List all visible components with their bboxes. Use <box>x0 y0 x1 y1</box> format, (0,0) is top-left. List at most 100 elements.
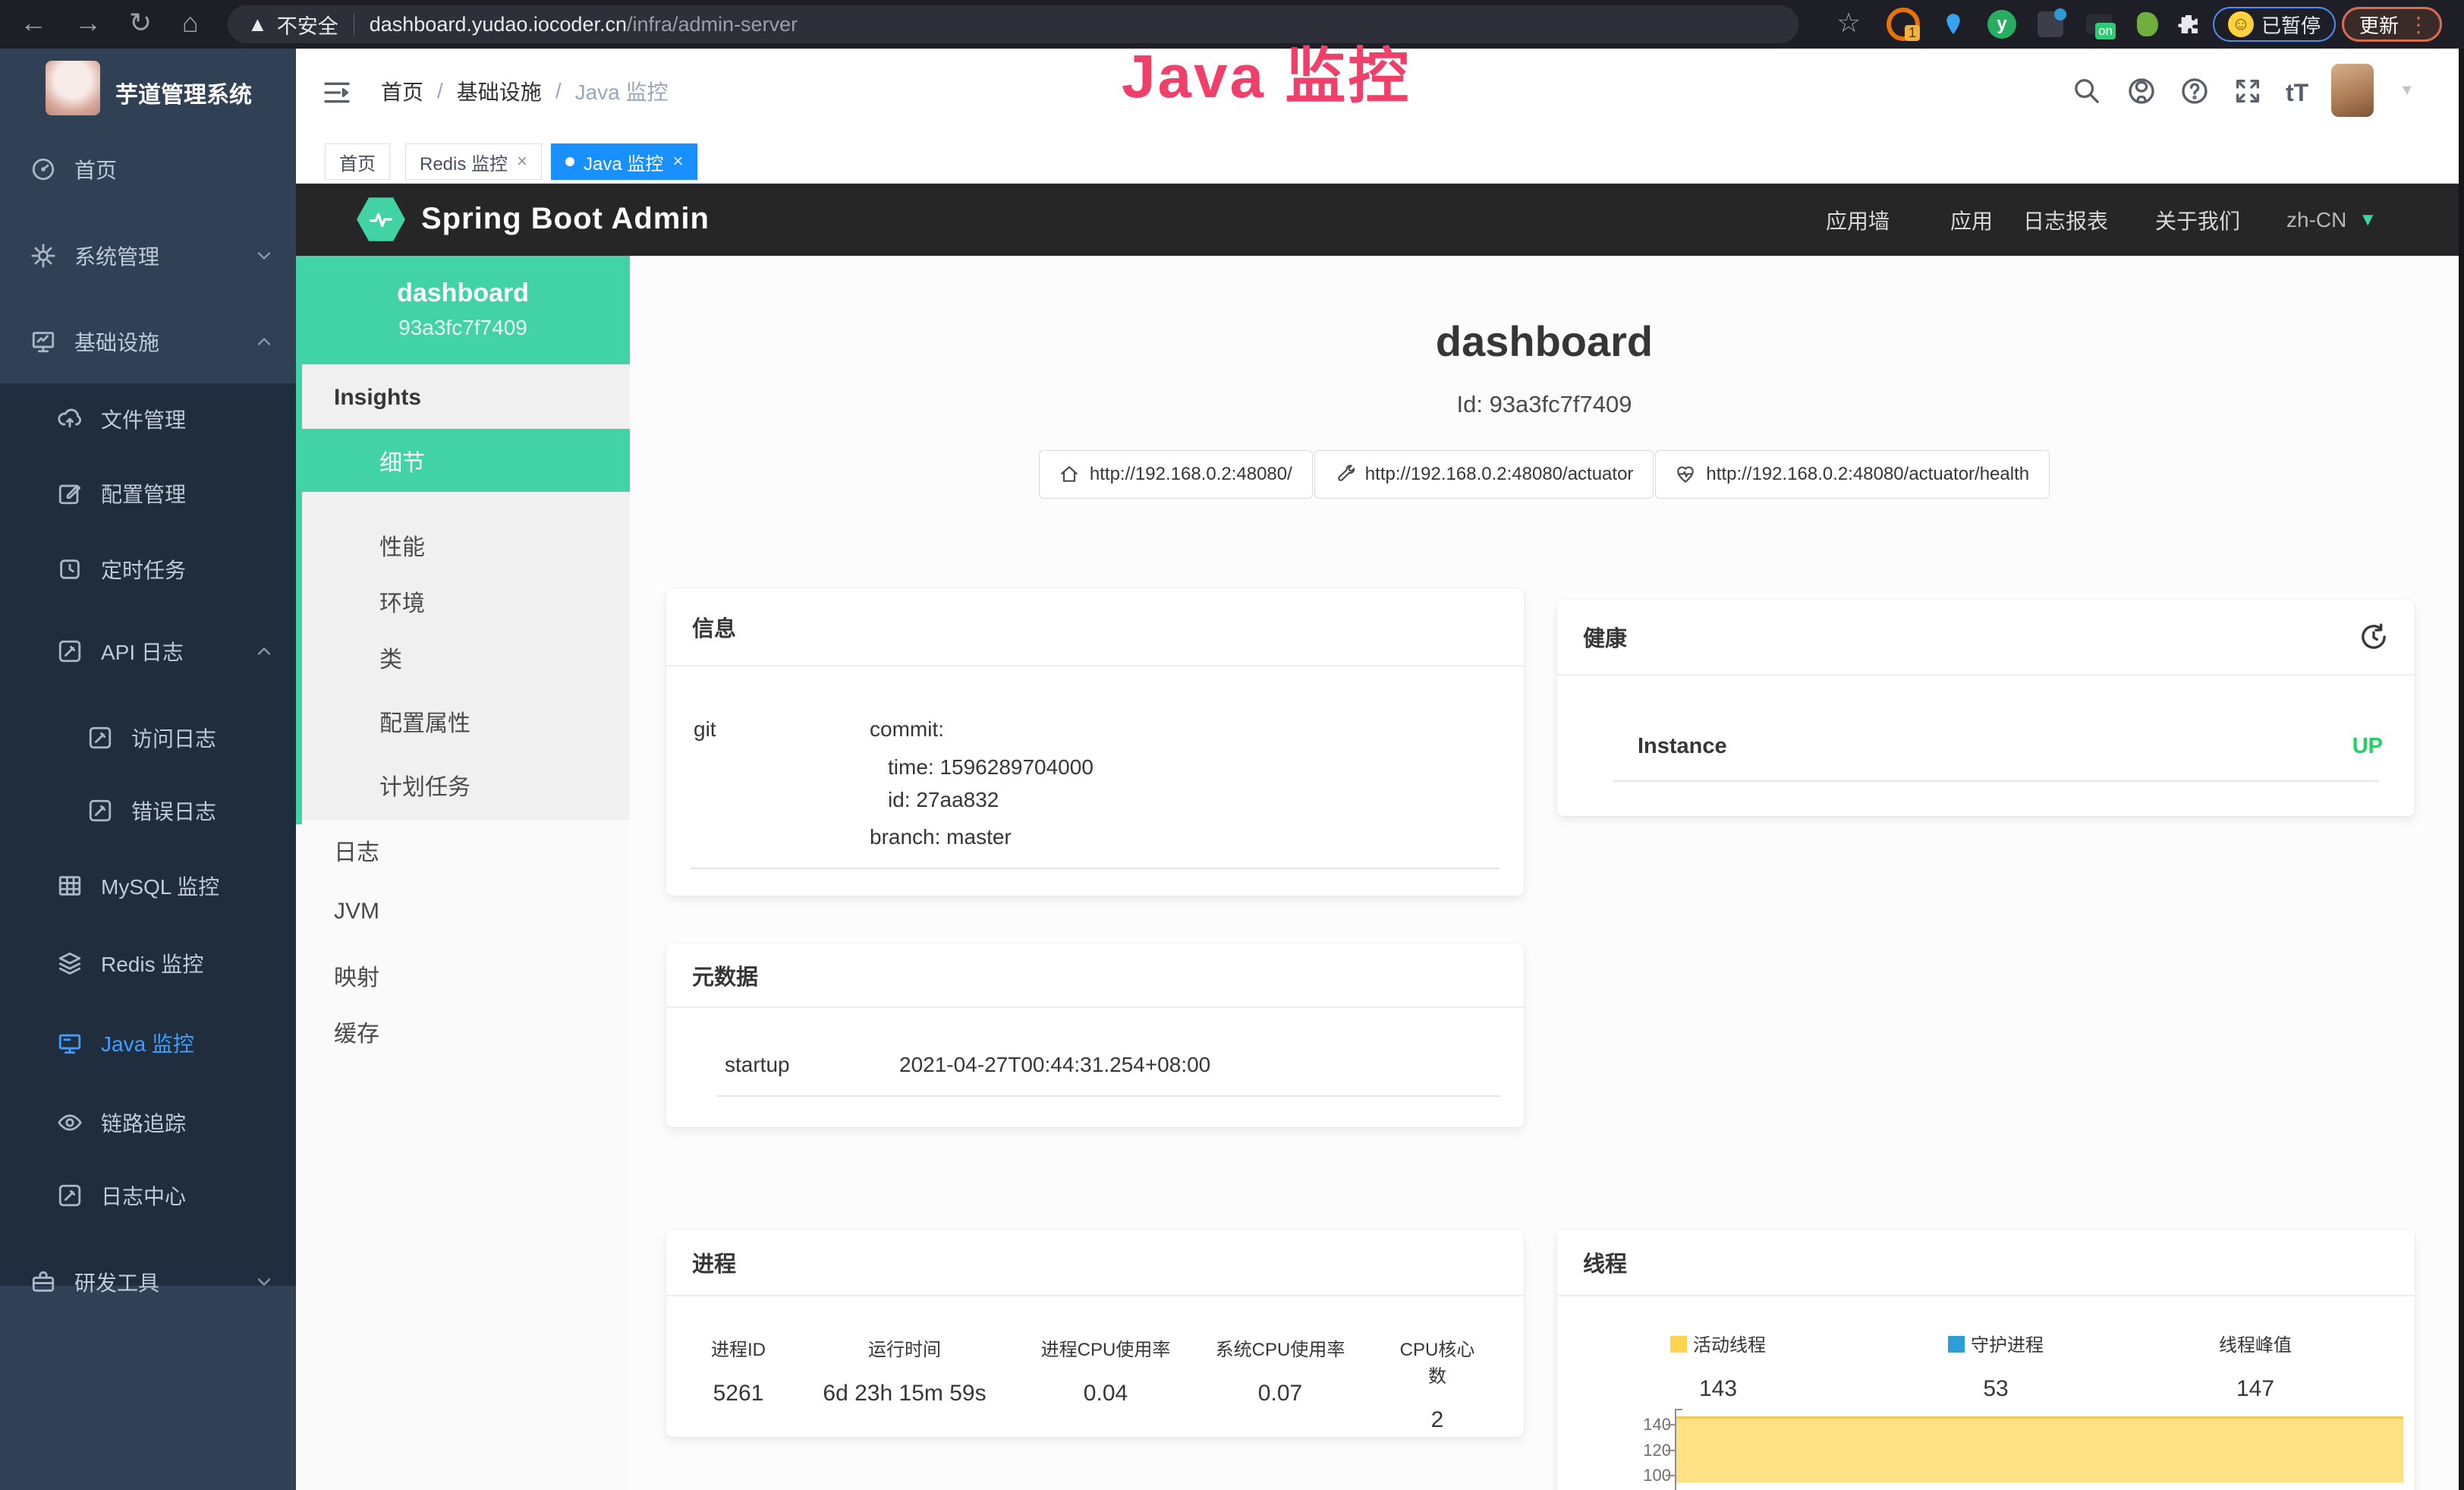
github-icon[interactable] <box>2126 76 2157 106</box>
user-avatar[interactable] <box>2331 64 2374 117</box>
sidebar-item-mysql-monitor[interactable]: MySQL 监控 <box>0 859 296 912</box>
sidebar-item-api-logs[interactable]: API 日志 <box>0 625 296 678</box>
sba-instance-header[interactable]: dashboard 93a3fc7f7409 <box>296 256 630 364</box>
sba-locale-select[interactable]: zh-CN ▼ <box>2286 184 2377 256</box>
card-title: 信息 <box>666 588 1524 666</box>
font-size-icon[interactable]: tT <box>2286 79 2308 107</box>
metadata-card: 元数据 startup 2021-04-27T00:44:31.254+08:0… <box>666 943 1524 1127</box>
close-icon[interactable]: × <box>672 151 683 172</box>
extension-leaf-icon[interactable] <box>2131 8 2164 41</box>
sidebar-item-file-management[interactable]: 文件管理 <box>0 392 296 446</box>
sba-logo-icon[interactable] <box>357 195 405 244</box>
sba-menu-metrics[interactable]: 性能 <box>296 517 630 573</box>
sidebar-item-dev-tools[interactable]: 研发工具 <box>0 1255 296 1309</box>
browser-forward-icon[interactable]: → <box>74 6 102 39</box>
sidebar-item-label: 研发工具 <box>74 1267 159 1297</box>
breadcrumb-home[interactable]: 首页 <box>381 76 423 106</box>
warning-icon: ▲ <box>247 13 268 36</box>
address-bar[interactable]: ▲ 不安全 dashboard.yudao.iocoder.cn/infra/a… <box>228 5 1798 43</box>
menu-label: JVM <box>334 899 379 925</box>
live-threads-stat: 活动线程 143 <box>1670 1330 1766 1402</box>
daemon-threads-stat: 守护进程 53 <box>1948 1330 2044 1402</box>
sba-nav-applications[interactable]: 应用 <box>1950 184 1993 256</box>
caret-down-icon[interactable]: ▼ <box>2399 82 2415 99</box>
wrench-icon <box>1335 465 1355 484</box>
sidebar-item-tracing[interactable]: 链路追踪 <box>0 1096 296 1149</box>
sidebar-item-label: 系统管理 <box>74 241 159 271</box>
browser-menu-icon[interactable]: ⋮ <box>2408 12 2429 37</box>
history-icon <box>57 556 83 582</box>
breadcrumb-separator: / <box>555 79 562 103</box>
help-icon[interactable] <box>2179 76 2210 106</box>
sba-menu-caches[interactable]: 缓存 <box>296 1003 630 1060</box>
menu-label: 配置属性 <box>379 704 470 738</box>
menu-label: 映射 <box>334 959 379 992</box>
bookmark-star-icon[interactable]: ☆ <box>1836 6 1861 39</box>
breadcrumb-infrastructure[interactable]: 基础设施 <box>457 76 542 106</box>
sidebar-item-access-logs[interactable]: 访问日志 <box>0 711 296 764</box>
sidebar-item-config-management[interactable]: 配置管理 <box>0 467 296 520</box>
sba-menu-logs[interactable]: 日志 <box>296 822 630 878</box>
y-tick: 140 <box>1588 1415 1671 1435</box>
menu-label: 缓存 <box>334 1015 379 1048</box>
browser-reload-icon[interactable]: ↻ <box>129 6 152 39</box>
sba-menu-config-props[interactable]: 配置属性 <box>296 693 630 749</box>
sba-menu-environment[interactable]: 环境 <box>296 573 630 629</box>
y-tick: 100 <box>1588 1466 1671 1485</box>
sba-menu-jvm[interactable]: JVM <box>296 884 630 940</box>
info-branch: branch: master <box>870 825 1012 849</box>
url-path: /infra/admin-server <box>627 13 798 36</box>
sidebar-item-system[interactable]: 系统管理 <box>0 229 296 282</box>
chevron-up-icon <box>253 641 275 662</box>
fullscreen-icon[interactable] <box>2233 76 2263 106</box>
browser-back-icon[interactable]: ← <box>20 6 47 39</box>
monitor-chart-icon <box>30 329 56 354</box>
extension-grid-icon[interactable] <box>2034 8 2067 41</box>
history-icon[interactable] <box>2359 622 2389 652</box>
health-url-button[interactable]: http://192.168.0.2:48080/actuator/health <box>1655 450 2050 499</box>
security-label[interactable]: 不安全 <box>277 10 338 39</box>
sba-menu-scheduled-tasks[interactable]: 计划任务 <box>296 757 630 813</box>
management-url-button[interactable]: http://192.168.0.2:48080/actuator <box>1314 450 1654 499</box>
nav-label: 关于我们 <box>2155 205 2240 235</box>
extension-refresh-icon[interactable]: 1 <box>1887 8 1920 41</box>
extension-badge: 1 <box>1905 25 1920 41</box>
instance-id-line: Id: 93a3fc7f7409 <box>630 391 2459 418</box>
card-title: 线程 <box>1557 1230 2415 1296</box>
nav-label: 应用墙 <box>1826 205 1890 235</box>
card-title: 健康 <box>1557 600 2415 676</box>
sba-menu-classes[interactable]: 类 <box>296 629 630 685</box>
sidebar-item-java-monitor[interactable]: Java 监控 <box>0 1016 296 1069</box>
sidebar-item-redis-monitor[interactable]: Redis 监控 <box>0 937 296 990</box>
tab-redis-monitor[interactable]: Redis 监控 × <box>405 143 542 180</box>
browser-home-icon[interactable]: ⌂ <box>182 6 199 39</box>
sba-main: dashboard Id: 93a3fc7f7409 http://192.16… <box>630 256 2459 1490</box>
menu-label: 计划任务 <box>379 768 470 802</box>
hamburger-icon[interactable] <box>322 77 352 108</box>
extension-on-icon[interactable]: on <box>2082 8 2116 41</box>
extensions-puzzle-icon[interactable] <box>2172 8 2205 41</box>
sidebar-item-log-center[interactable]: 日志中心 <box>0 1169 296 1222</box>
profile-paused-badge[interactable]: ☺ 已暂停 <box>2213 7 2336 42</box>
instance-title: dashboard <box>630 317 2459 366</box>
sidebar-item-infrastructure[interactable]: 基础设施 <box>0 315 296 368</box>
tab-java-monitor[interactable]: Java 监控 × <box>551 143 697 180</box>
sba-nav-about[interactable]: 关于我们 <box>2155 184 2240 256</box>
sba-brand[interactable]: Spring Boot Admin <box>421 202 710 236</box>
extension-pin-icon[interactable] <box>1937 8 1970 41</box>
sba-nav-wall[interactable]: 应用墙 <box>1826 184 1890 256</box>
sidebar-item-scheduled-jobs[interactable]: 定时任务 <box>0 543 296 596</box>
menu-label: 日志 <box>334 833 379 867</box>
sba-menu-mappings[interactable]: 映射 <box>296 947 630 1003</box>
extension-y-icon[interactable]: y <box>1985 8 2019 41</box>
edit-icon <box>57 480 83 506</box>
sba-menu-details[interactable]: 细节 <box>296 429 630 492</box>
sba-nav-journal[interactable]: 日志报表 <box>2023 184 2108 256</box>
tab-home[interactable]: 首页 <box>325 143 390 180</box>
close-icon[interactable]: × <box>517 151 527 172</box>
browser-update-button[interactable]: 更新 ⋮ <box>2342 7 2442 42</box>
search-icon[interactable] <box>2072 76 2102 106</box>
sidebar-item-home[interactable]: 首页 <box>0 143 296 196</box>
sidebar-item-error-logs[interactable]: 错误日志 <box>0 784 296 837</box>
service-url-button[interactable]: http://192.168.0.2:48080/ <box>1039 450 1313 499</box>
